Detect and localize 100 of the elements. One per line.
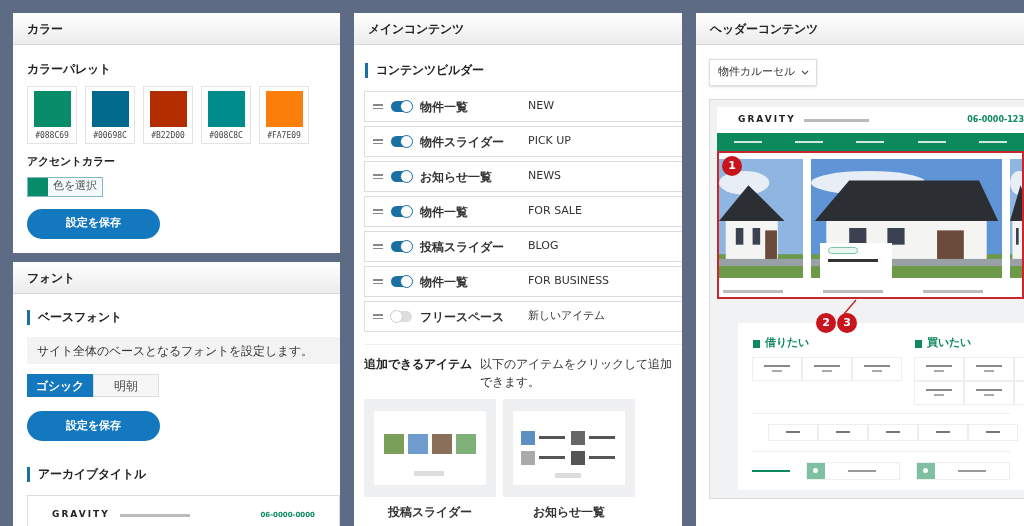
number-badge: 3 — [837, 313, 857, 333]
item-name: 投稿スライダー — [420, 238, 505, 256]
description-text: サイト全体のベースとなるフォントを設定します。 — [27, 337, 340, 364]
save-button[interactable]: 設定を保存 — [27, 208, 160, 239]
category-tile[interactable] — [914, 356, 964, 381]
toggle-switch[interactable] — [391, 241, 412, 252]
category-tile[interactable] — [752, 356, 802, 381]
item-label: NEWS — [528, 168, 562, 185]
color-swatch[interactable]: #00698C — [85, 86, 135, 144]
tagline-placeholder — [119, 513, 190, 517]
drag-handle-icon[interactable] — [373, 104, 383, 109]
swatch-code: #FA7E09 — [267, 130, 301, 142]
builder-row[interactable]: 物件一覧 FOR BUSINESS — [364, 266, 682, 297]
phone-number: 06-0000-123 — [967, 114, 1024, 126]
item-label: NEW — [528, 98, 555, 115]
toggle-switch[interactable] — [391, 171, 412, 182]
area-tile[interactable] — [968, 423, 1018, 441]
category-tile[interactable] — [964, 380, 1014, 405]
item-label: PICK UP — [528, 133, 571, 150]
number-badge: 2 — [816, 313, 836, 333]
item-name: フリースペース — [420, 308, 505, 326]
item-name: 物件一覧 — [420, 203, 469, 221]
search-option[interactable] — [805, 461, 900, 480]
color-swatch[interactable]: #088C69 — [27, 86, 77, 144]
toggle-switch[interactable] — [391, 136, 412, 147]
item-name: 物件スライダー — [420, 133, 505, 151]
builder-row[interactable]: 物件一覧 FOR SALE — [364, 196, 682, 227]
swatch-code: #088C69 — [35, 130, 69, 142]
builder-row[interactable]: フリースペース 新しいアイテム — [364, 301, 682, 332]
building-icon — [752, 338, 761, 348]
drag-handle-icon[interactable] — [373, 139, 383, 144]
item-name: 物件一覧 — [420, 98, 469, 116]
site-logo: GRAVITY — [738, 113, 796, 127]
builder-row[interactable]: 物件スライダー PICK UP — [364, 126, 682, 157]
caret-icon — [800, 70, 809, 75]
swatch-code: #00698C — [93, 130, 127, 142]
color-swatch[interactable]: #B22D00 — [143, 86, 193, 144]
drag-handle-icon[interactable] — [373, 174, 383, 179]
category-tile[interactable] — [914, 380, 964, 405]
drag-handle-icon[interactable] — [373, 209, 383, 214]
search-option[interactable] — [915, 461, 1010, 480]
toggle-switch[interactable] — [391, 311, 412, 322]
builder-row[interactable]: 物件一覧 NEW — [364, 91, 682, 122]
toggle-switch[interactable] — [391, 101, 412, 112]
thumbnail-label: お知らせ一覧 — [533, 504, 605, 521]
swatch-code: #B22D00 — [151, 130, 185, 142]
color-swatch[interactable]: #008C8C — [201, 86, 251, 144]
item-label: FOR BUSINESS — [528, 273, 610, 290]
number-badge: 1 — [722, 156, 742, 176]
caption-card — [820, 243, 892, 281]
heading-marker — [365, 62, 368, 78]
drag-handle-icon[interactable] — [373, 244, 383, 249]
section-heading: 追加できるアイテム — [364, 356, 472, 373]
builder-row[interactable]: 投稿スライダー BLOG — [364, 231, 682, 262]
leader-line — [843, 299, 857, 315]
drag-handle-icon[interactable] — [373, 279, 383, 284]
color-picker[interactable]: 色を選択 — [27, 176, 103, 197]
color-swatch[interactable]: #FA7E09 — [259, 86, 309, 144]
building-icon — [914, 338, 923, 348]
item-label: FOR SALE — [528, 203, 582, 220]
panel-title: カラー — [27, 20, 63, 38]
category-heading: 借りたい — [765, 335, 809, 351]
category-heading: 買いたい — [927, 335, 971, 351]
panel-title: メインコンテンツ — [368, 20, 464, 38]
heading-marker — [27, 309, 30, 325]
area-tile[interactable] — [818, 423, 868, 441]
dropdown-select[interactable]: 物件カルーセル — [709, 59, 817, 86]
item-label: 新しいアイテム — [528, 308, 605, 325]
font-option-tab[interactable]: ゴシック — [27, 374, 93, 397]
toggle-switch[interactable] — [391, 206, 412, 217]
drag-handle-icon[interactable] — [373, 314, 383, 319]
heading-marker — [27, 466, 30, 482]
field-label: カラーパレット — [27, 61, 112, 78]
section-heading: アーカイブタイトル — [38, 466, 146, 483]
swatch-code: #008C8C — [209, 130, 243, 142]
item-name: お知らせ一覧 — [420, 168, 493, 186]
area-tile[interactable] — [918, 423, 968, 441]
hint-text: 以下のアイテムをクリックして追加できます。 — [480, 356, 673, 391]
picker-label: 色を選択 — [48, 177, 102, 196]
item-label: BLOG — [528, 238, 559, 255]
font-option-tab[interactable]: 明朝 — [93, 374, 159, 397]
section-heading: ベースフォント — [38, 309, 122, 326]
panel-title: フォント — [27, 269, 75, 287]
panel-title: ヘッダーコンテンツ — [710, 20, 818, 38]
category-tile[interactable] — [852, 356, 902, 381]
thumbnail-drawing[interactable] — [503, 399, 635, 497]
field-label: アクセントカラー — [27, 154, 116, 170]
builder-row[interactable]: お知らせ一覧 NEWS — [364, 161, 682, 192]
section-heading: コンテンツビルダー — [376, 62, 484, 79]
thumbnail-drawing[interactable] — [364, 399, 496, 497]
category-tile[interactable] — [964, 356, 1014, 381]
site-logo: GRAVITY — [52, 508, 110, 522]
category-tile[interactable] — [802, 356, 852, 381]
area-tile[interactable] — [868, 423, 918, 441]
select-value: 物件カルーセル — [717, 64, 795, 81]
save-button[interactable]: 設定を保存 — [27, 411, 160, 441]
area-tile[interactable] — [768, 423, 818, 441]
item-name: 物件一覧 — [420, 273, 469, 291]
tagline-placeholder — [803, 118, 869, 122]
toggle-switch[interactable] — [391, 276, 412, 287]
